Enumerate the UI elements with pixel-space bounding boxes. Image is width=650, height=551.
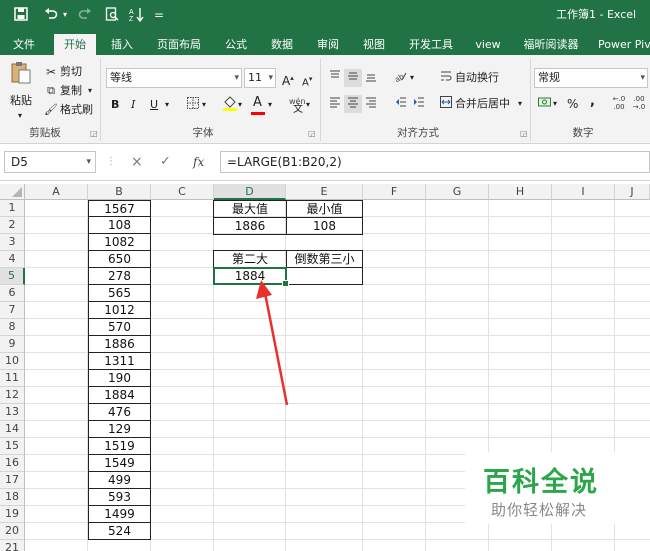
watermark: 百科全说 助你轻松解决 bbox=[465, 452, 650, 524]
arrow-head bbox=[256, 280, 272, 299]
watermark-subtitle: 助你轻松解决 bbox=[491, 501, 588, 519]
arrow-shaft bbox=[263, 292, 289, 406]
watermark-title: 百科全说 bbox=[483, 467, 599, 498]
